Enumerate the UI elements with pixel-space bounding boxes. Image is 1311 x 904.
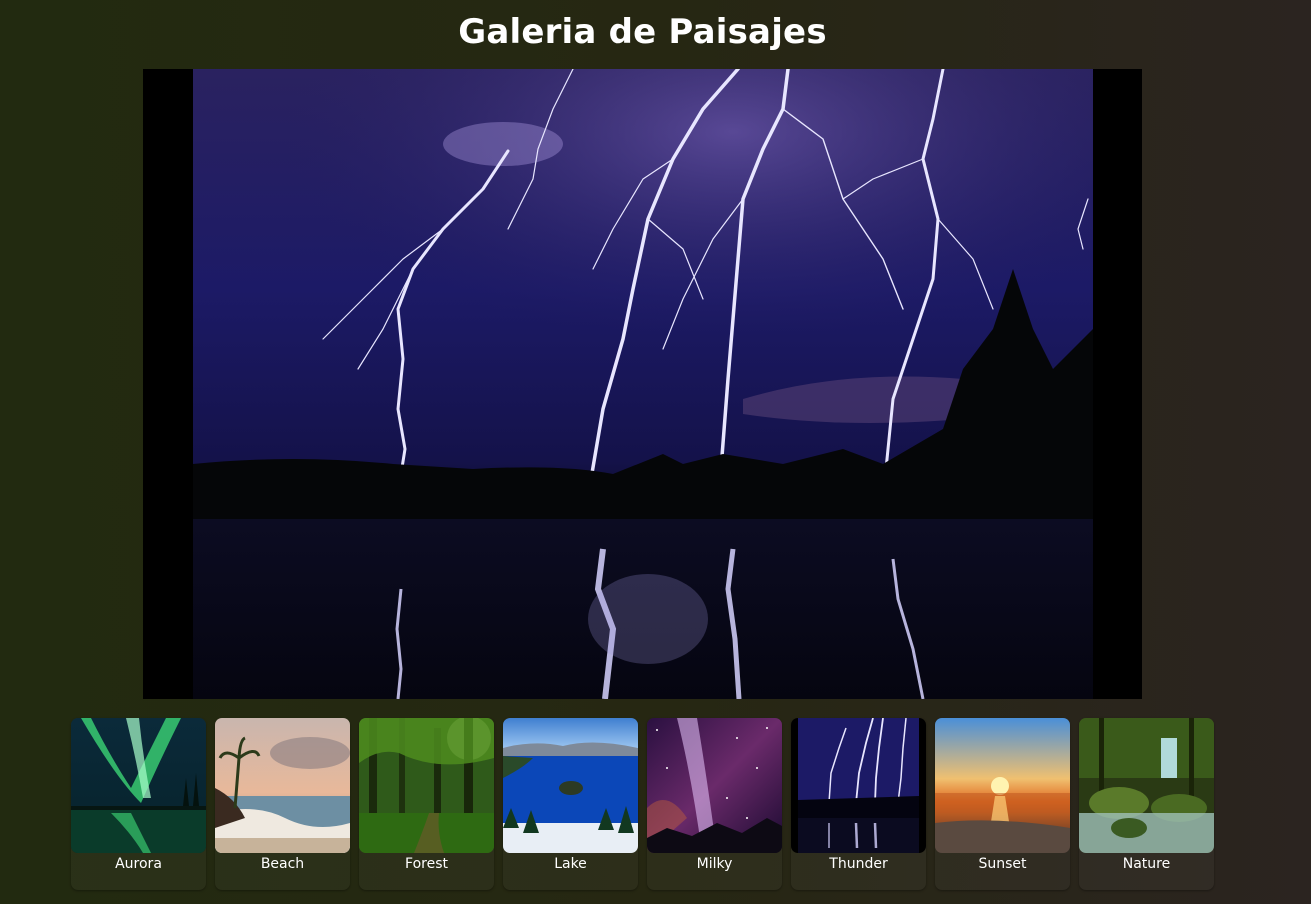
main-thunder-image — [143, 69, 1142, 699]
thumbnail-aurora-label: Aurora — [115, 856, 162, 872]
thumbnail-lake[interactable]: Lake — [503, 718, 638, 890]
thumbnail-sunset[interactable]: Sunset — [935, 718, 1070, 890]
thumbnail-beach-label: Beach — [260, 856, 305, 872]
thumbnail-nature[interactable]: Nature — [1079, 718, 1214, 890]
thumbnail-forest-label: Forest — [405, 856, 448, 872]
thumbnail-sunset-image[interactable] — [935, 718, 1070, 853]
thumbnail-milky-label: Milky — [696, 856, 733, 872]
thumbnail-forest[interactable]: Forest — [359, 718, 494, 890]
thumbnail-forest-image[interactable] — [359, 718, 494, 853]
main-image-viewer — [143, 69, 1142, 699]
thumbnail-aurora[interactable]: Aurora — [71, 718, 206, 890]
thumbnail-aurora-image[interactable] — [71, 718, 206, 853]
thumbnail-lake-label: Lake — [554, 856, 587, 872]
thumbnail-nature-label: Nature — [1122, 856, 1171, 872]
thumbnail-beach[interactable]: Beach — [215, 718, 350, 890]
thumbnail-beach-image[interactable] — [215, 718, 350, 853]
thumbnail-lake-image[interactable] — [503, 718, 638, 853]
thumbnail-thunder-label: Thunder — [829, 856, 888, 872]
thumbnail-milky[interactable]: Milky — [647, 718, 782, 890]
thumbnail-strip: Aurora Beach Forest Lake Milky Thunder S… — [71, 718, 1215, 890]
thumbnail-thunder[interactable]: Thunder — [791, 718, 926, 890]
page-title: Galeria de Paisajes — [458, 12, 827, 52]
thumbnail-sunset-label: Sunset — [978, 856, 1027, 872]
thumbnail-milky-image[interactable] — [647, 718, 782, 853]
thumbnail-nature-image[interactable] — [1079, 718, 1214, 853]
thumbnail-thunder-image[interactable] — [791, 718, 926, 853]
